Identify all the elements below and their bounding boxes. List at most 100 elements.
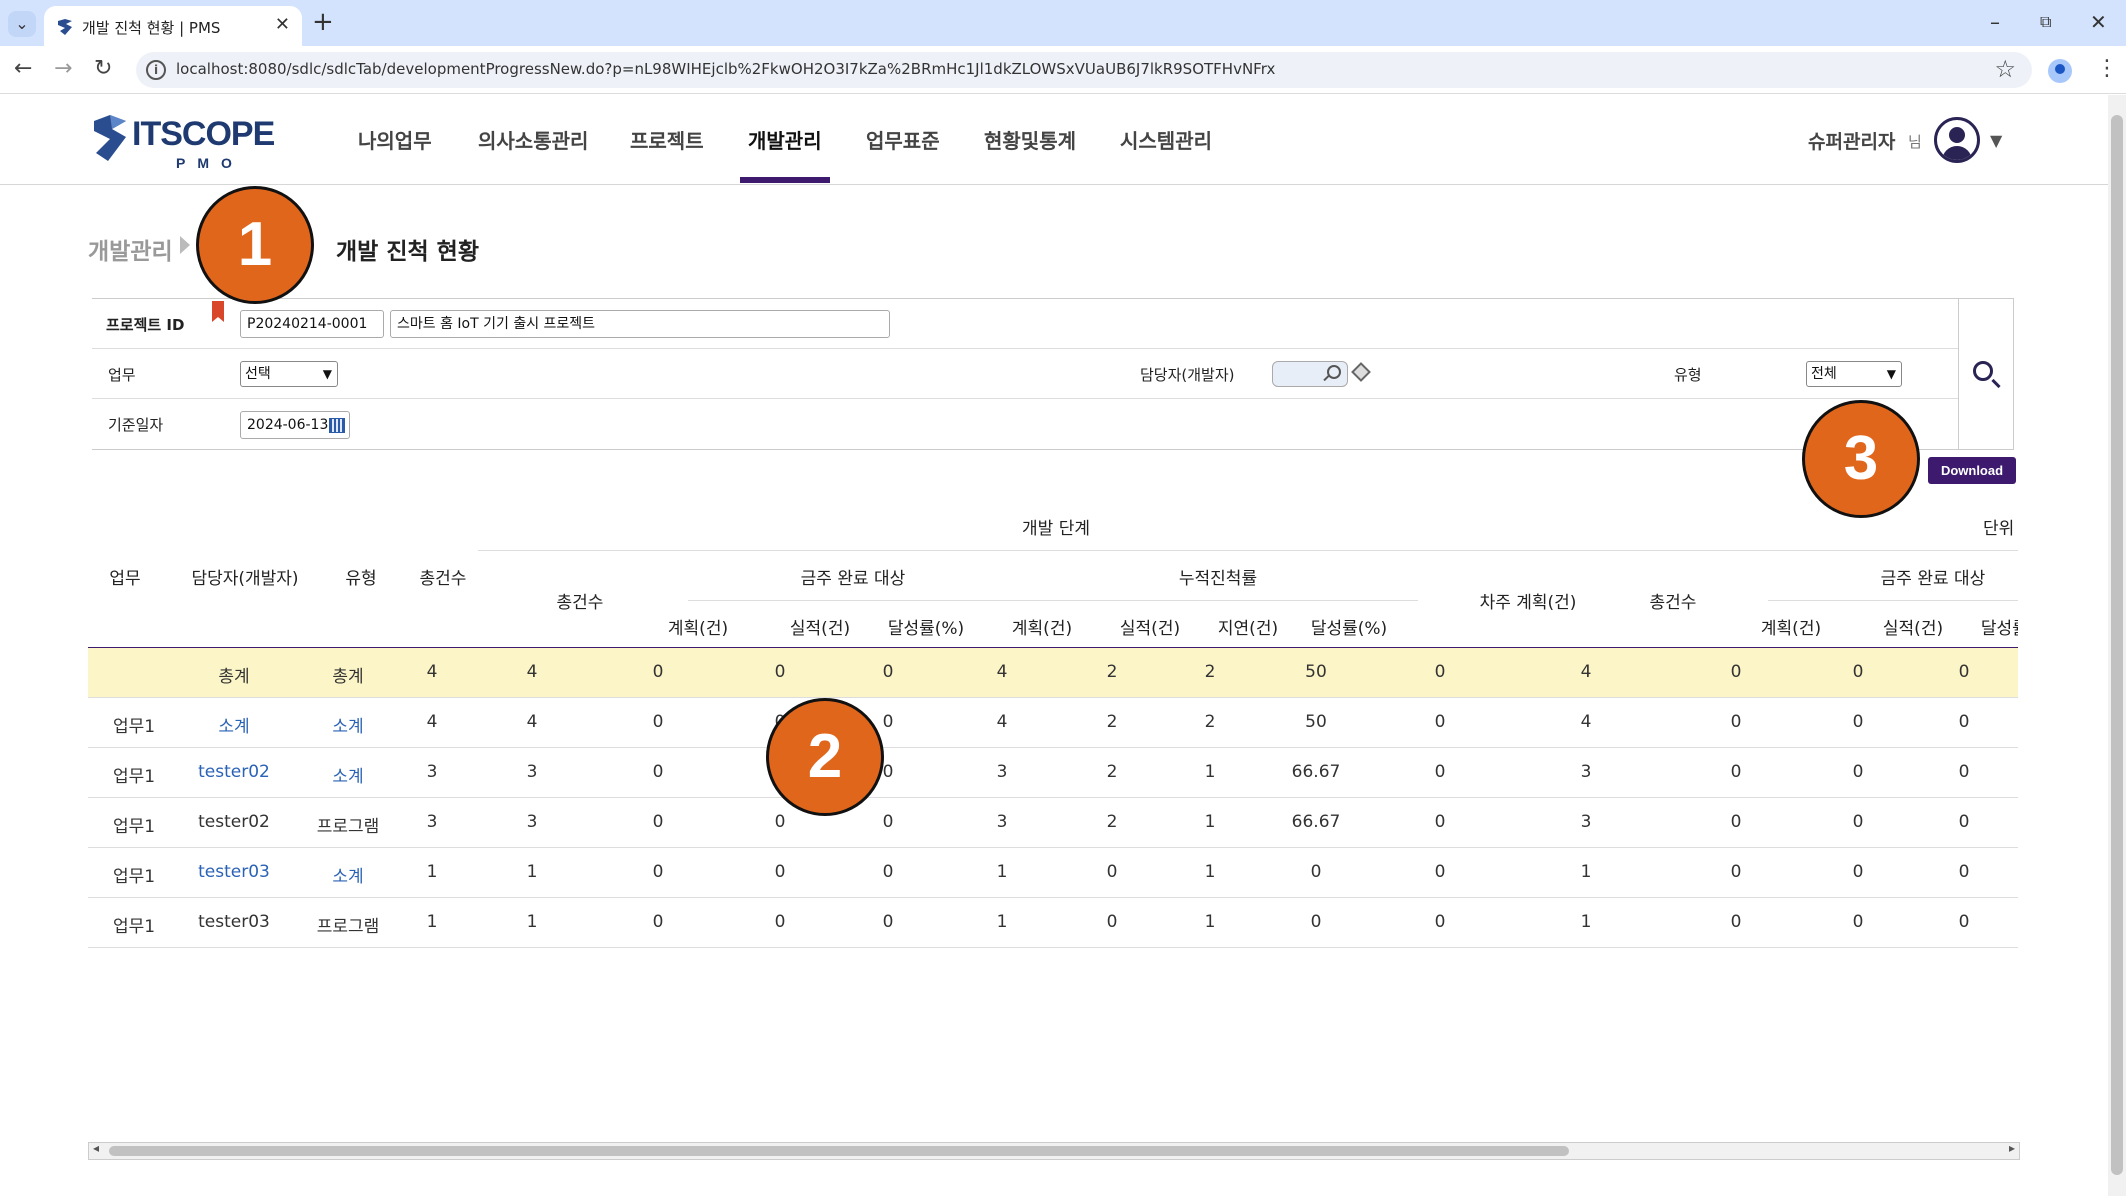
cell-stage-total-2: 1 <box>1580 912 1592 932</box>
cell-week-plan: 0 <box>652 762 664 782</box>
minimize-icon[interactable]: – <box>1990 8 2000 36</box>
cell-developer[interactable]: tester03 <box>179 862 289 882</box>
cell-total: 1 <box>426 862 438 882</box>
logo[interactable]: ITSCOPE PMO <box>88 113 275 171</box>
restore-icon[interactable]: ⧉ <box>2040 8 2051 36</box>
cell-week-plan-2: 0 <box>1730 862 1742 882</box>
calendar-icon[interactable] <box>329 418 345 433</box>
site-info-icon[interactable]: i <box>146 60 166 80</box>
col-cum-plan: 계획(건) <box>1011 619 1073 639</box>
cell-week-actual: 0 <box>774 662 786 682</box>
menu-project[interactable]: 프로젝트 <box>630 125 704 154</box>
cell-developer: 총계 <box>218 667 250 687</box>
col-cum-actual: 실적(건) <box>1119 619 1181 639</box>
user-suffix: 님 <box>1908 133 1922 151</box>
type-select-value: 전체 <box>1811 366 1837 382</box>
cell-cum-delay: 1 <box>1204 862 1216 882</box>
menu-standards[interactable]: 업무표준 <box>866 125 940 154</box>
cell-cum-delay: 2 <box>1204 712 1216 732</box>
cell-cum-plan: 3 <box>996 762 1008 782</box>
menu-statistics[interactable]: 현황및통계 <box>984 125 1076 154</box>
col-week-target-2: 금주 완료 대상 <box>1880 569 1986 589</box>
row-divider <box>88 797 2018 798</box>
cell-cum-actual: 0 <box>1106 912 1118 932</box>
close-icon[interactable]: ✕ <box>275 14 290 35</box>
reload-icon[interactable]: ↻ <box>94 56 112 82</box>
cell-task: 업무1 <box>112 817 156 837</box>
col-actual-2: 실적(건) <box>1882 619 1944 639</box>
download-button[interactable]: Download <box>1928 457 2016 484</box>
search-button[interactable] <box>1958 299 2014 449</box>
forward-icon[interactable]: → <box>54 56 72 82</box>
cell-cum-rate: 0 <box>1310 912 1322 932</box>
browser-tabstrip: ⌄ 개발 진척 현황 | PMS ✕ + – ⧉ ✕ <box>0 0 2126 46</box>
new-tab-button[interactable]: + <box>312 8 334 36</box>
bookmark-icon[interactable] <box>212 301 224 322</box>
breadcrumb-parent[interactable]: 개발관리 <box>88 232 173 266</box>
search-icon <box>1973 361 1993 381</box>
col-actual: 실적(건) <box>789 619 851 639</box>
eraser-icon[interactable] <box>1351 362 1371 382</box>
page-title: 개발 진척 현황 <box>336 239 479 265</box>
cell-week-plan-2: 0 <box>1730 762 1742 782</box>
scroll-right-icon[interactable]: ▸ <box>2009 1141 2015 1155</box>
cell-week-actual-2: 0 <box>1852 812 1864 832</box>
row-divider <box>88 847 2018 848</box>
browser-tab[interactable]: 개발 진척 현황 | PMS ✕ <box>44 6 302 46</box>
scroll-left-icon[interactable]: ◂ <box>93 1141 99 1155</box>
col-plan-2: 계획(건) <box>1760 619 1822 639</box>
cell-developer[interactable]: tester02 <box>179 762 289 782</box>
task-select[interactable]: 선택 ▼ <box>240 361 338 387</box>
tab-search-button[interactable]: ⌄ <box>8 11 36 37</box>
project-id-field[interactable]: P20240214-0001 <box>240 310 384 338</box>
task-label: 업무 <box>108 366 136 384</box>
cell-task: 업무1 <box>112 767 156 787</box>
cell-developer[interactable]: 소계 <box>179 712 289 737</box>
bookmark-star-icon[interactable]: ☆ <box>1994 55 2016 83</box>
cell-stage-total: 4 <box>526 662 538 682</box>
cell-task: 업무1 <box>112 917 156 937</box>
cell-next-week: 0 <box>1434 712 1446 732</box>
col-rate-2: 달성률(%) <box>1980 619 2018 639</box>
page-vertical-scrollbar[interactable] <box>2108 95 2126 1196</box>
cell-stage-total-2: 4 <box>1580 662 1592 682</box>
back-icon[interactable]: ← <box>14 56 32 82</box>
grid-horizontal-scrollbar[interactable]: ◂ ▸ <box>88 1141 2020 1160</box>
cell-week-plan-2: 0 <box>1730 662 1742 682</box>
cell-week-rate-2: 0 <box>1958 812 1970 832</box>
chevron-down-icon[interactable]: ▼ <box>1990 131 2002 150</box>
cell-cum-rate: 66.67 <box>1291 812 1341 832</box>
type-select[interactable]: 전체 ▼ <box>1806 361 1902 387</box>
row-divider <box>88 697 2018 698</box>
step-marker-2: 2 <box>766 698 884 816</box>
search-icon[interactable] <box>1327 365 1341 379</box>
menu-development[interactable]: 개발관리 <box>748 125 822 154</box>
scrollbar-thumb[interactable] <box>2111 115 2123 1175</box>
breadcrumb-arrow-icon <box>180 236 190 254</box>
row-divider <box>88 897 2018 898</box>
cell-week-plan-2: 0 <box>1730 712 1742 732</box>
logo-text: ITSCOPE <box>132 115 275 153</box>
url-field[interactable]: i localhost:8080/sdlc/sdlcTab/developmen… <box>136 52 2032 88</box>
cell-cum-delay: 2 <box>1204 662 1216 682</box>
step-marker-1: 1 <box>196 186 314 304</box>
cell-cum-plan: 4 <box>996 662 1008 682</box>
project-name-field[interactable]: 스마트 홈 IoT 기기 출시 프로젝트 <box>390 310 890 338</box>
col-rate: 달성률(%) <box>887 619 965 639</box>
cell-cum-actual: 2 <box>1106 662 1118 682</box>
browser-menu-icon[interactable]: ⋮ <box>2096 56 2118 82</box>
col-stage-total-2: 총건수 <box>1649 593 1697 613</box>
avatar[interactable] <box>1934 117 1980 163</box>
menu-communication[interactable]: 의사소통관리 <box>478 125 588 154</box>
row-divider <box>88 747 2018 748</box>
date-field[interactable]: 2024-06-13 <box>240 411 350 439</box>
developer-search-field[interactable] <box>1272 361 1348 387</box>
scrollbar-thumb[interactable] <box>109 1146 1569 1156</box>
profile-icon[interactable] <box>2048 59 2072 83</box>
header-divider <box>478 550 2018 551</box>
window-close-icon[interactable]: ✕ <box>2090 8 2107 36</box>
menu-system[interactable]: 시스템관리 <box>1120 125 1212 154</box>
col-plan: 계획(건) <box>667 619 729 639</box>
menu-my-work[interactable]: 나의업무 <box>358 125 432 154</box>
cell-next-week: 0 <box>1434 762 1446 782</box>
